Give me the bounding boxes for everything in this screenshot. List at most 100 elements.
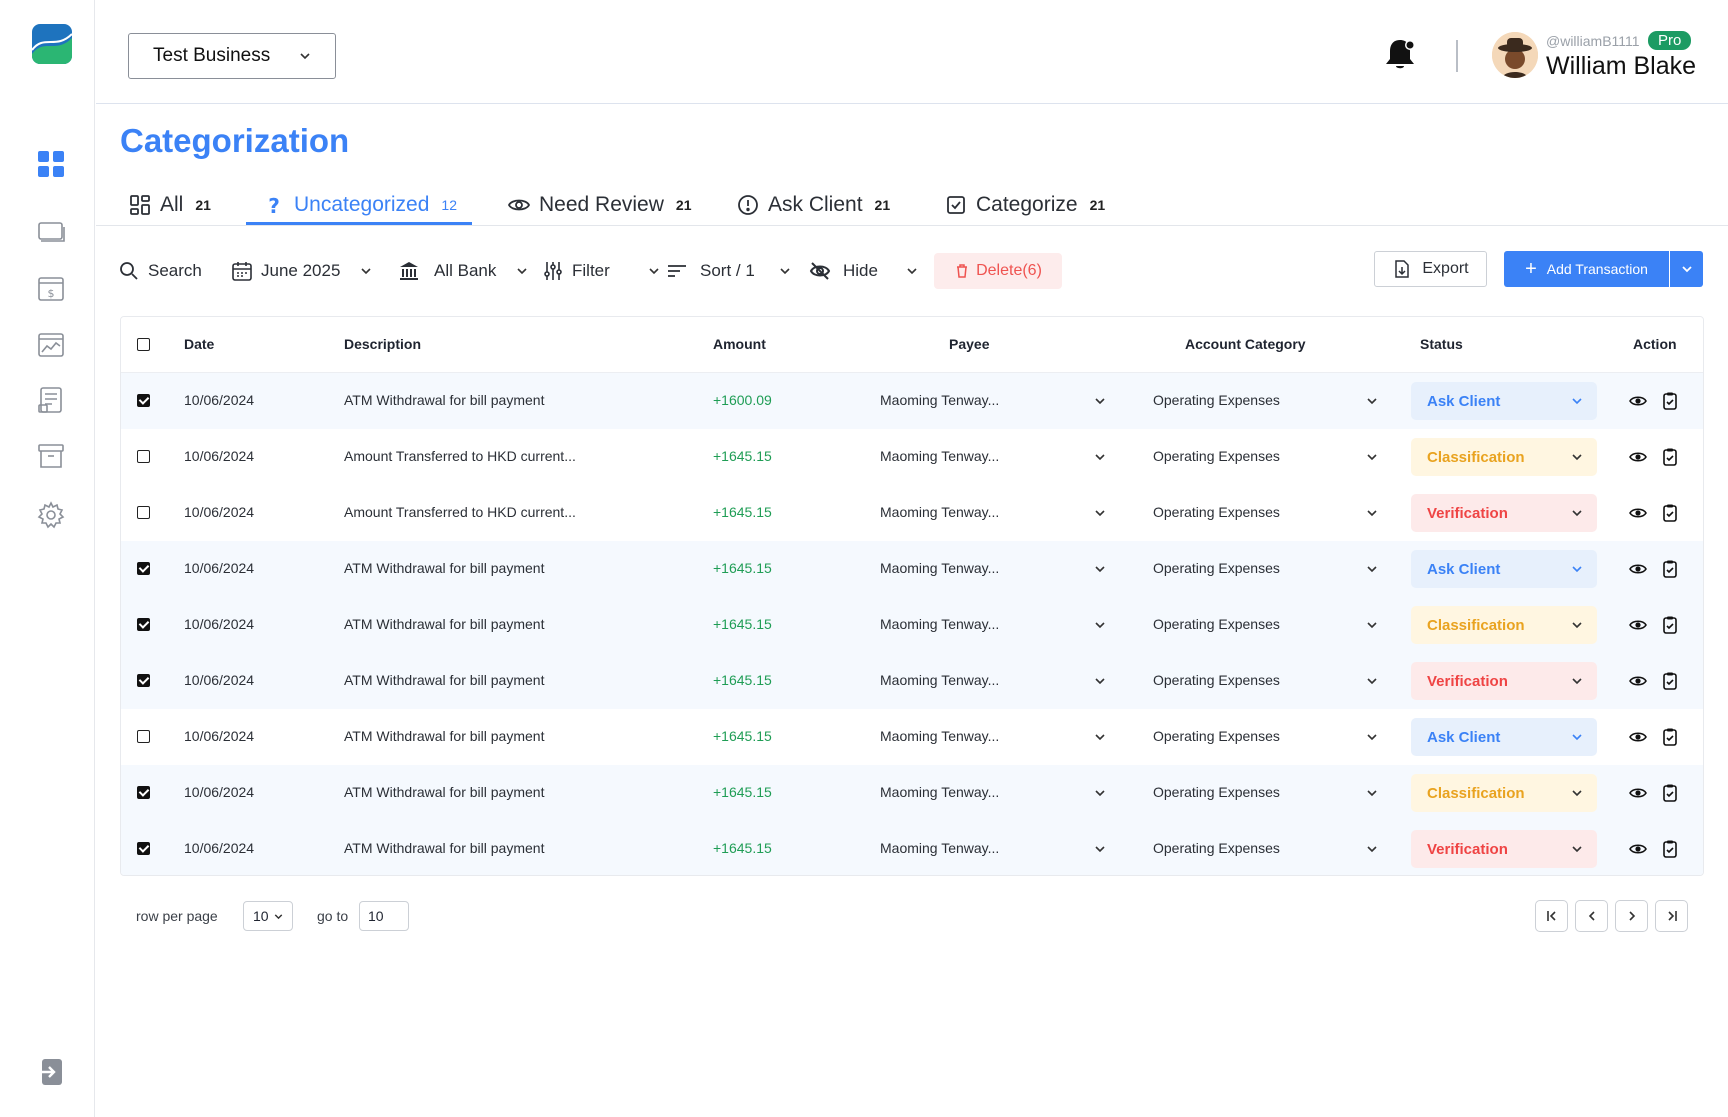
table-row[interactable]: 10/06/2024 ATM Withdrawal for bill paymen… [121, 541, 1703, 597]
dashboard-icon[interactable] [35, 148, 67, 180]
row-checkbox[interactable] [137, 562, 150, 575]
table-row[interactable]: 10/06/2024 ATM Withdrawal for bill paymen… [121, 373, 1703, 429]
category-dropdown-chevron-icon[interactable] [1364, 841, 1380, 857]
user-avatar[interactable] [1492, 32, 1538, 78]
row-account-category[interactable]: Operating Expenses [1153, 504, 1280, 520]
table-row[interactable]: 10/06/2024 ATM Withdrawal for bill paymen… [121, 709, 1703, 765]
analytics-icon[interactable] [35, 329, 67, 361]
payee-dropdown-chevron-icon[interactable] [1092, 841, 1108, 857]
billing-icon[interactable]: $ [35, 273, 67, 305]
app-logo[interactable] [32, 24, 72, 64]
view-eye-icon[interactable] [1628, 783, 1648, 803]
row-checkbox[interactable] [137, 842, 150, 855]
status-dropdown[interactable]: Classification [1411, 438, 1597, 476]
status-dropdown[interactable]: Classification [1411, 774, 1597, 812]
last-page-button[interactable] [1655, 900, 1688, 932]
delete-button[interactable]: Delete(6) [934, 253, 1062, 289]
cards-icon[interactable] [35, 216, 67, 248]
payee-dropdown-chevron-icon[interactable] [1092, 393, 1108, 409]
clipboard-icon[interactable] [1660, 391, 1680, 411]
clipboard-icon[interactable] [1660, 559, 1680, 579]
add-transaction-button[interactable]: + Add Transaction [1504, 251, 1669, 287]
view-eye-icon[interactable] [1628, 671, 1648, 691]
category-dropdown-chevron-icon[interactable] [1364, 617, 1380, 633]
tab-all[interactable]: All 21 [128, 184, 211, 226]
clipboard-icon[interactable] [1660, 447, 1680, 467]
row-checkbox[interactable] [137, 730, 150, 743]
view-eye-icon[interactable] [1628, 503, 1648, 523]
logout-icon[interactable] [35, 1056, 67, 1088]
clipboard-icon[interactable] [1660, 671, 1680, 691]
select-all-checkbox[interactable] [137, 338, 150, 351]
hide-button[interactable]: Hide [809, 250, 920, 292]
row-account-category[interactable]: Operating Expenses [1153, 672, 1280, 688]
row-payee[interactable]: Maoming Tenway... [880, 560, 999, 576]
settings-gear-icon[interactable] [35, 499, 67, 531]
notification-bell-icon[interactable] [1383, 36, 1417, 72]
category-dropdown-chevron-icon[interactable] [1364, 729, 1380, 745]
clipboard-icon[interactable] [1660, 783, 1680, 803]
category-dropdown-chevron-icon[interactable] [1364, 673, 1380, 689]
payee-dropdown-chevron-icon[interactable] [1092, 729, 1108, 745]
row-payee[interactable]: Maoming Tenway... [880, 728, 999, 744]
row-payee[interactable]: Maoming Tenway... [880, 392, 999, 408]
view-eye-icon[interactable] [1628, 615, 1648, 635]
view-eye-icon[interactable] [1628, 391, 1648, 411]
payee-dropdown-chevron-icon[interactable] [1092, 449, 1108, 465]
first-page-button[interactable] [1535, 900, 1568, 932]
row-payee[interactable]: Maoming Tenway... [880, 784, 999, 800]
status-dropdown[interactable]: Ask Client [1411, 718, 1597, 756]
tab-categorize[interactable]: Categorize 21 [944, 184, 1105, 226]
payee-dropdown-chevron-icon[interactable] [1092, 785, 1108, 801]
row-payee[interactable]: Maoming Tenway... [880, 840, 999, 856]
rows-per-page-select[interactable]: 10 [243, 901, 293, 931]
table-row[interactable]: 10/06/2024 ATM Withdrawal for bill paymen… [121, 765, 1703, 821]
status-dropdown[interactable]: Verification [1411, 662, 1597, 700]
table-row[interactable]: 10/06/2024 ATM Withdrawal for bill paymen… [121, 653, 1703, 709]
filter-button[interactable]: Filter [542, 250, 662, 292]
status-dropdown[interactable]: Classification [1411, 606, 1597, 644]
category-dropdown-chevron-icon[interactable] [1364, 561, 1380, 577]
view-eye-icon[interactable] [1628, 559, 1648, 579]
row-account-category[interactable]: Operating Expenses [1153, 840, 1280, 856]
clipboard-icon[interactable] [1660, 839, 1680, 859]
view-eye-icon[interactable] [1628, 727, 1648, 747]
row-checkbox[interactable] [137, 506, 150, 519]
table-row[interactable]: 10/06/2024 Amount Transferred to HKD curr… [121, 429, 1703, 485]
view-eye-icon[interactable] [1628, 447, 1648, 467]
view-eye-icon[interactable] [1628, 839, 1648, 859]
row-payee[interactable]: Maoming Tenway... [880, 616, 999, 632]
row-account-category[interactable]: Operating Expenses [1153, 560, 1280, 576]
clipboard-icon[interactable] [1660, 615, 1680, 635]
sort-button[interactable]: Sort / 1 [666, 250, 793, 292]
row-checkbox[interactable] [137, 618, 150, 631]
add-options-dropdown[interactable] [1670, 251, 1703, 287]
category-dropdown-chevron-icon[interactable] [1364, 785, 1380, 801]
status-dropdown[interactable]: Ask Client [1411, 550, 1597, 588]
business-selector[interactable]: Test Business [128, 33, 336, 79]
row-checkbox[interactable] [137, 674, 150, 687]
table-row[interactable]: 10/06/2024 ATM Withdrawal for bill paymen… [121, 821, 1703, 875]
export-button[interactable]: Export [1374, 251, 1487, 287]
payee-dropdown-chevron-icon[interactable] [1092, 617, 1108, 633]
reports-icon[interactable] [35, 384, 67, 416]
status-dropdown[interactable]: Verification [1411, 494, 1597, 532]
row-account-category[interactable]: Operating Expenses [1153, 728, 1280, 744]
status-dropdown[interactable]: Ask Client [1411, 382, 1597, 420]
table-row[interactable]: 10/06/2024 ATM Withdrawal for bill paymen… [121, 597, 1703, 653]
archive-icon[interactable] [35, 440, 67, 472]
row-checkbox[interactable] [137, 786, 150, 799]
previous-page-button[interactable] [1575, 900, 1608, 932]
row-account-category[interactable]: Operating Expenses [1153, 392, 1280, 408]
tab-uncategorized[interactable]: ? Uncategorized 12 [262, 184, 457, 226]
search-button[interactable]: Search [118, 250, 202, 292]
clipboard-icon[interactable] [1660, 727, 1680, 747]
row-payee[interactable]: Maoming Tenway... [880, 504, 999, 520]
tab-ask-client[interactable]: Ask Client 21 [736, 184, 890, 226]
date-selector[interactable]: June 2025 [231, 250, 374, 292]
row-account-category[interactable]: Operating Expenses [1153, 784, 1280, 800]
row-checkbox[interactable] [137, 394, 150, 407]
go-to-page-input[interactable]: 10 [359, 901, 409, 931]
row-account-category[interactable]: Operating Expenses [1153, 616, 1280, 632]
payee-dropdown-chevron-icon[interactable] [1092, 673, 1108, 689]
